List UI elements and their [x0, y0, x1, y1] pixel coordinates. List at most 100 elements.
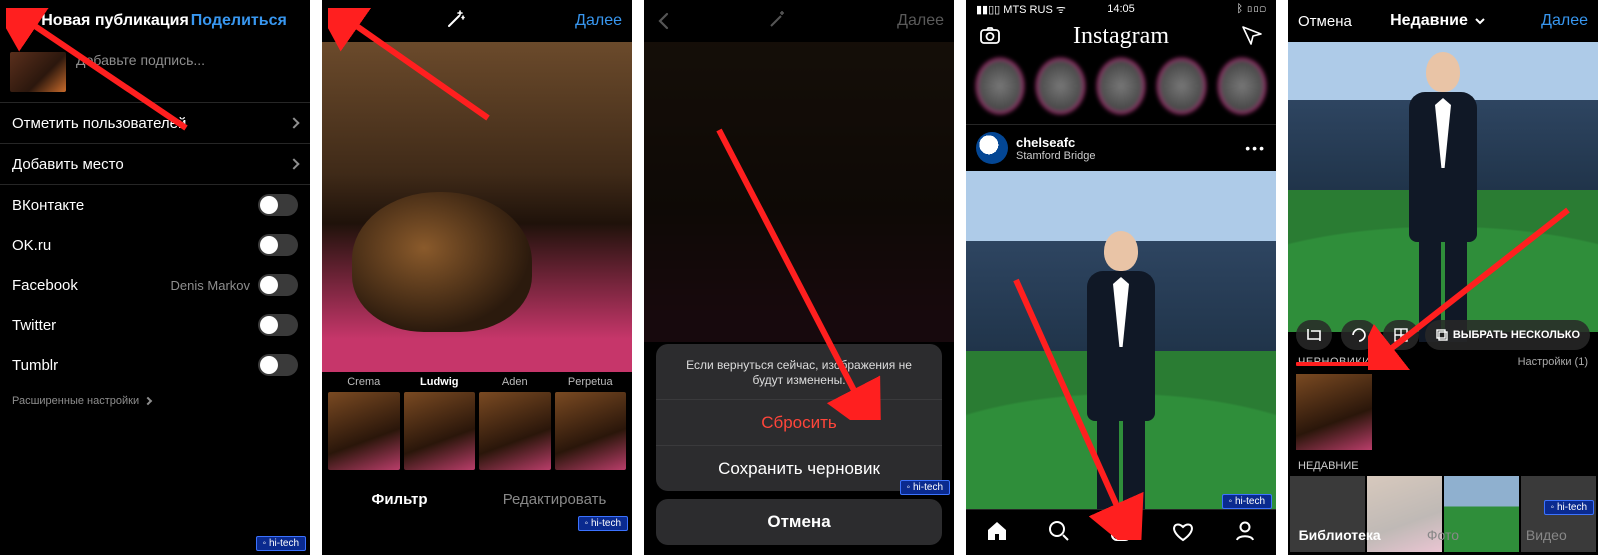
filter-names: Crema Ludwig Aden Perpetua — [322, 372, 632, 390]
next-button[interactable]: Далее — [552, 12, 622, 30]
bottom-tabs: Фильтр Редактировать — [322, 478, 632, 520]
signal-icon: ▮▮▯▯ — [976, 4, 1003, 16]
drafts-settings-link[interactable]: Настройки (1) — [1518, 356, 1588, 368]
boomerang-icon[interactable] — [1341, 320, 1377, 350]
share-name: Tumblr — [12, 357, 258, 374]
share-name: Facebook — [12, 277, 171, 294]
filter-name: Aden — [479, 376, 551, 388]
tab-home-icon[interactable] — [984, 518, 1010, 547]
draft-thumbnail[interactable] — [1296, 374, 1372, 450]
tab-edit[interactable]: Редактировать — [477, 491, 632, 508]
back-button[interactable] — [654, 11, 682, 31]
share-facebook-row: Facebook Denis Markov — [0, 265, 310, 305]
recents-label: НЕДАВНИЕ — [1288, 454, 1598, 476]
filter-name: Perpetua — [555, 376, 627, 388]
share-toggle[interactable] — [258, 274, 298, 296]
tab-search-icon[interactable] — [1046, 518, 1072, 547]
screen-filter: Далее Crema Ludwig Aden Perpetua Фильтр … — [322, 0, 632, 555]
watermark: ◦ hi-tech — [1222, 494, 1272, 509]
status-time: 14:05 — [1073, 3, 1170, 15]
header: Далее — [644, 0, 954, 42]
filter-name: Crema — [328, 376, 400, 388]
story-avatar[interactable] — [976, 58, 1024, 114]
post-avatar[interactable] — [976, 132, 1008, 164]
filter-thumb[interactable] — [328, 392, 400, 470]
filter-thumbnails — [322, 390, 632, 478]
layout-icon[interactable] — [1383, 320, 1419, 350]
picker-tabs: Библиотека Фото Видео — [1288, 515, 1598, 555]
direct-icon[interactable] — [1240, 23, 1264, 50]
preview-image-dimmed — [644, 42, 954, 342]
carrier: MTS RUS — [1003, 4, 1053, 16]
watermark: ◦ hi-tech — [900, 480, 950, 495]
post-location[interactable]: Stamford Bridge — [1016, 150, 1095, 162]
post-more-icon[interactable]: ••• — [1245, 140, 1266, 156]
compose-area: Добавьте подпись... — [0, 42, 310, 102]
share-vk-row: ВКонтакте — [0, 185, 310, 225]
share-toggle[interactable] — [258, 234, 298, 256]
filter-thumb[interactable] — [404, 392, 476, 470]
screen-library-picker: Отмена Недавние Далее ВЫБРАТЬ НЕСКОЛЬКО — [1288, 0, 1598, 555]
status-bar: ▮▮▯▯ MTS RUS ᯤ 14:05 ᛒ ▯▯▢ — [966, 0, 1276, 18]
share-toggle[interactable] — [258, 314, 298, 336]
back-button[interactable] — [332, 11, 360, 31]
caption-input[interactable]: Добавьте подпись... — [76, 52, 205, 68]
magic-wand-icon[interactable] — [360, 8, 552, 35]
crop-icon[interactable] — [1296, 320, 1332, 350]
share-name: ВКонтакте — [12, 197, 258, 214]
post-image[interactable] — [966, 171, 1276, 521]
share-toggle[interactable] — [258, 354, 298, 376]
share-name: Twitter — [12, 317, 258, 334]
share-button[interactable]: Поделиться — [191, 12, 287, 29]
post-thumbnail[interactable] — [10, 52, 66, 92]
tab-filter[interactable]: Фильтр — [322, 491, 477, 508]
story-avatar[interactable] — [1097, 58, 1145, 114]
advanced-settings-label: Расширенные настройки — [12, 395, 139, 407]
post-header: chelseafc Stamford Bridge ••• — [966, 125, 1276, 171]
share-twitter-row: Twitter — [0, 305, 310, 345]
add-location-row[interactable]: Добавить место — [0, 144, 310, 184]
cancel-button[interactable]: Отмена — [656, 499, 942, 545]
tab-profile-icon[interactable] — [1232, 518, 1258, 547]
story-avatar[interactable] — [1157, 58, 1205, 114]
feed-header: Instagram — [966, 18, 1276, 54]
filter-thumb[interactable] — [555, 392, 627, 470]
post-username[interactable]: chelseafc — [1016, 135, 1095, 150]
bluetooth-icon: ᛒ — [1237, 3, 1244, 15]
tab-photo[interactable]: Фото — [1391, 527, 1494, 543]
next-button[interactable]: Далее — [1518, 12, 1588, 30]
next-button: Далее — [874, 12, 944, 30]
watermark: ◦ hi-tech — [1544, 500, 1594, 515]
header: Далее — [322, 0, 632, 42]
action-sheet: Если вернуться сейчас, изображения не бу… — [656, 344, 942, 545]
camera-icon[interactable] — [978, 23, 1002, 50]
chevron-right-icon — [144, 397, 152, 405]
magic-wand-icon — [682, 8, 874, 35]
screen-feed: ▮▮▯▯ MTS RUS ᯤ 14:05 ᛒ ▯▯▢ Instagram che… — [966, 0, 1276, 555]
album-dropdown[interactable]: Недавние — [1358, 12, 1518, 30]
tab-add-icon[interactable] — [1108, 518, 1134, 547]
story-avatar[interactable] — [1036, 58, 1084, 114]
select-multiple-button[interactable]: ВЫБРАТЬ НЕСКОЛЬКО — [1425, 320, 1590, 350]
share-toggle[interactable] — [258, 194, 298, 216]
tab-video[interactable]: Видео — [1495, 527, 1598, 543]
cancel-button[interactable]: Отмена — [1298, 13, 1358, 30]
album-title: Недавние — [1390, 12, 1468, 30]
share-sub: Denis Markov — [171, 278, 250, 293]
preview-image[interactable]: ВЫБРАТЬ НЕСКОЛЬКО — [1288, 42, 1598, 332]
reset-button[interactable]: Сбросить — [656, 399, 942, 445]
annotation-underline — [1296, 362, 1376, 366]
screen-new-post: Новая публикацияПоделиться Добавьте подп… — [0, 0, 310, 555]
tag-users-row[interactable]: Отметить пользователей — [0, 103, 310, 143]
story-avatar[interactable] — [1218, 58, 1266, 114]
tab-activity-icon[interactable] — [1170, 518, 1196, 547]
tab-library[interactable]: Библиотека — [1288, 527, 1391, 543]
advanced-settings-row[interactable]: Расширенные настройки — [0, 385, 310, 417]
back-button[interactable] — [10, 11, 38, 31]
add-location-label: Добавить место — [12, 156, 290, 173]
preview-image[interactable] — [322, 42, 632, 372]
instagram-logo: Instagram — [1002, 23, 1240, 50]
share-name: OK.ru — [12, 237, 258, 254]
filter-thumb[interactable] — [479, 392, 551, 470]
stories-row — [966, 54, 1276, 124]
